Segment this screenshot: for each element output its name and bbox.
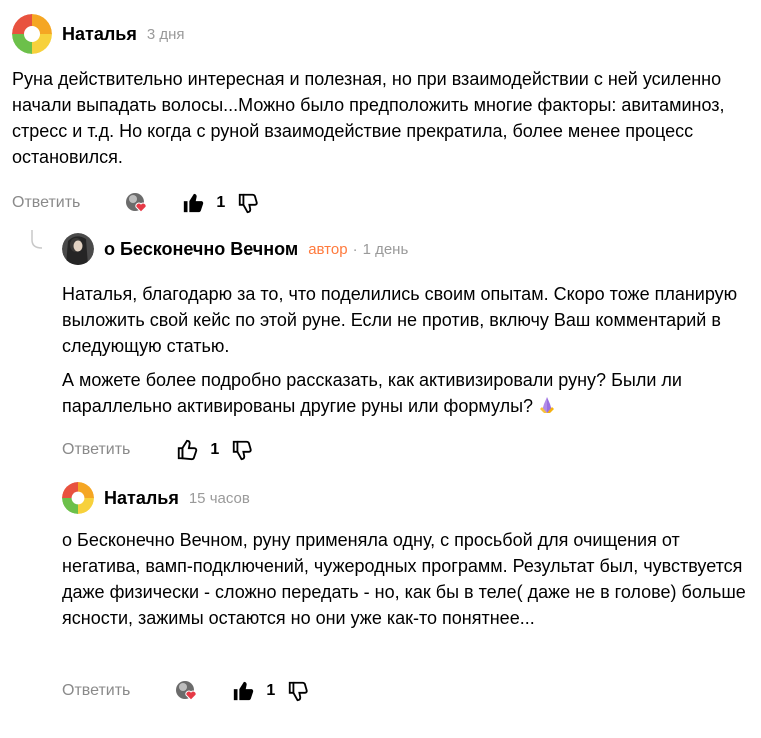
thumbs-down-icon[interactable] [285, 678, 311, 704]
thread-connector [31, 230, 43, 249]
comment-text: о Бесконечно Вечном, руну применяла одну… [62, 527, 757, 639]
avatar[interactable] [62, 482, 94, 514]
like-count: 1 [216, 194, 226, 211]
reply-button[interactable]: Ответить [12, 194, 80, 212]
thumbs-down-icon[interactable] [235, 190, 261, 216]
comment-paragraph-text: А можете более подробно рассказать, как … [62, 370, 682, 416]
author-badge: автор [308, 240, 348, 258]
author-name[interactable]: Наталья [104, 488, 179, 509]
comment-time: 3 дня [146, 25, 185, 43]
comment-paragraph: Наталья, благодарю за то, что поделились… [62, 284, 738, 356]
reply-button[interactable]: Ответить [62, 441, 130, 459]
like-count: 1 [266, 682, 276, 699]
comment-paragraph: А можете более подробно рассказать, как … [62, 367, 742, 419]
author-heart-reaction-icon [124, 190, 150, 216]
thumbs-up-icon[interactable] [230, 678, 256, 704]
comment-paragraph: о Бесконечно Вечном, руну применяла одну… [62, 530, 746, 628]
comment-text: Руна действительно интересная и полезная… [12, 66, 732, 178]
thumbs-up-icon[interactable] [180, 190, 206, 216]
comment-header: Наталья 3 дня [12, 14, 185, 54]
author-name[interactable]: о Бесконечно Вечном [104, 239, 298, 260]
like-count: 1 [210, 441, 220, 458]
author-name[interactable]: Наталья [62, 24, 137, 45]
thumbs-down-icon[interactable] [229, 437, 255, 463]
separator: · [352, 240, 358, 258]
comment-header: о Бесконечно Вечном автор · 1 день [62, 233, 408, 265]
comment-actions: Ответить 1 [12, 188, 261, 218]
comment-text: Наталья, благодарю за то, что поделились… [62, 281, 742, 427]
praying-hands-emoji [537, 395, 557, 415]
thumbs-up-outline-icon[interactable] [174, 437, 200, 463]
comment-actions: Ответить 1 [62, 676, 311, 706]
comment-paragraph: Руна действительно интересная и полезная… [12, 69, 725, 167]
comment-time: 1 день [362, 240, 409, 258]
avatar[interactable] [62, 233, 94, 265]
reply-button[interactable]: Ответить [62, 682, 130, 700]
comment-header: Наталья 15 часов [62, 482, 250, 514]
comment-time: 15 часов [188, 489, 250, 507]
comment-actions: Ответить 1 [62, 435, 255, 465]
avatar[interactable] [12, 14, 52, 54]
author-heart-reaction-icon [174, 678, 200, 704]
